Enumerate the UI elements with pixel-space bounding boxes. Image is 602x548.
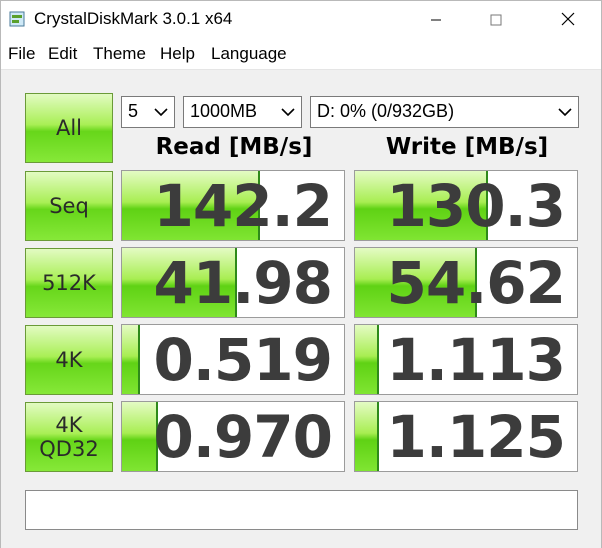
test-count-select[interactable]: 5 [121,96,175,128]
menu-bar: File Edit Theme Help Language [1,39,601,70]
run-all-button[interactable]: All [25,93,113,163]
4k-qd32-write-result: 1.125 [354,401,578,472]
seq-read-result: 142.2 [121,170,345,241]
drive-select[interactable]: D: 0% (0/932GB) [310,96,579,128]
benchmark-panel: All 5 1000MB D: 0% (0/932GB) Read [MB/s]… [1,70,601,548]
menu-theme[interactable]: Theme [93,44,146,64]
512k-read-value: 41.98 [153,249,333,317]
test-count-value: 5 [128,101,139,121]
seq-test-button[interactable]: Seq [25,171,113,241]
512k-read-result: 41.98 [121,247,345,318]
4k-qd32-write-bar [355,402,380,471]
seq-test-label: Seq [49,194,89,218]
maximize-icon [490,11,502,30]
512k-write-value: 54.62 [386,249,566,317]
4k-write-bar [355,325,380,394]
minimize-icon [430,11,442,30]
test-size-value: 1000MB [190,101,258,121]
4k-write-value: 1.113 [386,326,566,394]
4k-qd32-write-value: 1.125 [386,403,566,471]
drive-value: D: 0% (0/932GB) [317,101,455,121]
run-all-label: All [55,116,83,140]
chevron-down-icon [557,104,573,120]
4k-read-result: 0.519 [121,324,345,395]
seq-read-value: 142.2 [153,172,333,240]
seq-write-result: 130.3 [354,170,578,241]
close-icon [561,11,575,30]
chevron-down-icon [280,104,296,120]
minimize-button[interactable] [413,1,459,39]
crystaldiskmark-app-icon[interactable] [9,11,25,27]
menu-file[interactable]: File [8,44,35,64]
4k-qd32-label-line1: 4K [55,413,83,437]
4k-read-bar [122,325,140,394]
seq-write-value: 130.3 [386,172,566,240]
4k-qd32-label-line2: QD32 [39,437,99,461]
4k-qd32-read-bar [122,402,158,471]
4k-qd32-test-button[interactable]: 4K QD32 [25,402,113,472]
app-window: CrystalDiskMark 3.0.1 x64 File Edit Them… [0,0,602,548]
maximize-button[interactable] [473,1,519,39]
chevron-down-icon [153,104,169,120]
4k-qd32-read-value: 0.970 [153,403,333,471]
write-column-header: Write [MB/s] [385,134,549,160]
512k-test-button[interactable]: 512K [25,248,113,318]
4k-test-button[interactable]: 4K [25,325,113,395]
menu-language[interactable]: Language [211,44,287,64]
512k-test-label: 512K [42,271,96,295]
menu-edit[interactable]: Edit [48,44,77,64]
menu-help[interactable]: Help [160,44,195,64]
test-size-select[interactable]: 1000MB [183,96,302,128]
4k-test-label: 4K [55,348,83,372]
comment-field[interactable] [25,490,578,530]
4k-qd32-read-result: 0.970 [121,401,345,472]
512k-write-result: 54.62 [354,247,578,318]
4k-write-result: 1.113 [354,324,578,395]
4k-read-value: 0.519 [153,326,333,394]
read-column-header: Read [MB/s] [155,134,313,160]
close-button[interactable] [545,1,591,39]
title-bar[interactable]: CrystalDiskMark 3.0.1 x64 [1,1,601,39]
window-title: CrystalDiskMark 3.0.1 x64 [34,9,233,28]
